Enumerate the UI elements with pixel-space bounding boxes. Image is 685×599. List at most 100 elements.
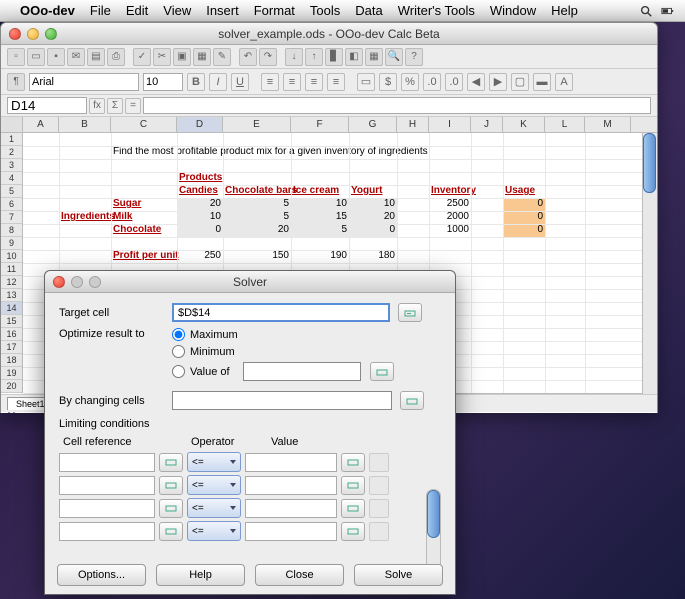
- cond-ref-shrink-0-icon[interactable]: [159, 453, 183, 472]
- cell-E7[interactable]: 5: [223, 211, 291, 224]
- cond-val-0[interactable]: [245, 453, 337, 472]
- row-header-16[interactable]: 16: [1, 328, 22, 341]
- bgcolor-icon[interactable]: ▬: [533, 73, 551, 91]
- italic-icon[interactable]: I: [209, 73, 227, 91]
- cell-C10[interactable]: Profit per unit: [111, 250, 177, 263]
- col-header-E[interactable]: E: [223, 117, 291, 132]
- col-header-I[interactable]: I: [429, 117, 471, 132]
- new-icon[interactable]: ▫: [7, 48, 25, 66]
- menu-tools[interactable]: Tools: [310, 3, 340, 18]
- row-header-1[interactable]: 1: [1, 133, 22, 146]
- menu-writers[interactable]: Writer's Tools: [398, 3, 475, 18]
- underline-icon[interactable]: U: [231, 73, 249, 91]
- row-header-10[interactable]: 10: [1, 250, 22, 263]
- cell-E10[interactable]: 150: [223, 250, 291, 263]
- cond-del-2-icon[interactable]: [369, 499, 389, 518]
- percent-icon[interactable]: %: [401, 73, 419, 91]
- cond-val-2[interactable]: [245, 499, 337, 518]
- print-icon[interactable]: ⎙: [107, 48, 125, 66]
- battery-icon[interactable]: [661, 4, 675, 18]
- row-header-2[interactable]: 2: [1, 146, 22, 159]
- cond-op-0[interactable]: <=: [187, 452, 241, 472]
- spellcheck-icon[interactable]: ✓: [133, 48, 151, 66]
- font-size-combo[interactable]: [143, 73, 183, 91]
- col-header-M[interactable]: M: [585, 117, 631, 132]
- col-header-D[interactable]: D: [177, 117, 223, 132]
- col-header-G[interactable]: G: [349, 117, 397, 132]
- indent-dec-icon[interactable]: ◀: [467, 73, 485, 91]
- format-paint-icon[interactable]: ✎: [213, 48, 231, 66]
- row-header-14[interactable]: 14: [1, 302, 22, 315]
- opt-min-radio[interactable]: Minimum: [172, 345, 394, 358]
- col-header-A[interactable]: A: [23, 117, 59, 132]
- cell-B7[interactable]: Ingredients: [59, 211, 111, 224]
- cell-G6[interactable]: 10: [349, 198, 397, 211]
- menu-format[interactable]: Format: [254, 3, 295, 18]
- cell-G8[interactable]: 0: [349, 224, 397, 237]
- cell-D8[interactable]: 0: [177, 224, 223, 237]
- sort-desc-icon[interactable]: ↑: [305, 48, 323, 66]
- row-header-8[interactable]: 8: [1, 224, 22, 237]
- cell-E8[interactable]: 20: [223, 224, 291, 237]
- close-button[interactable]: Close: [255, 564, 344, 586]
- changing-shrink-icon[interactable]: [400, 391, 424, 410]
- cond-del-1-icon[interactable]: [369, 476, 389, 495]
- cell-K5[interactable]: Usage: [503, 185, 545, 198]
- row-header-20[interactable]: 20: [1, 380, 22, 393]
- cell-F5[interactable]: Ice cream: [291, 185, 349, 198]
- col-header-H[interactable]: H: [397, 117, 429, 132]
- cell-K8[interactable]: 0: [503, 224, 545, 237]
- cond-op-1[interactable]: <=: [187, 475, 241, 495]
- row-header-18[interactable]: 18: [1, 354, 22, 367]
- row-header-13[interactable]: 13: [1, 289, 22, 302]
- cell-I8[interactable]: 1000: [429, 224, 471, 237]
- cond-ref-3[interactable]: [59, 522, 155, 541]
- cell-G10[interactable]: 180: [349, 250, 397, 263]
- cell-I7[interactable]: 2000: [429, 211, 471, 224]
- undo-icon[interactable]: ↶: [239, 48, 257, 66]
- col-header-B[interactable]: B: [59, 117, 111, 132]
- sort-asc-icon[interactable]: ↓: [285, 48, 303, 66]
- cell-E5[interactable]: Chocolate bars: [223, 185, 291, 198]
- dialog-titlebar[interactable]: Solver: [45, 271, 455, 293]
- cell-C8[interactable]: Chocolate: [111, 224, 177, 237]
- align-right-icon[interactable]: ≡: [305, 73, 323, 91]
- merge-cells-icon[interactable]: ▭: [357, 73, 375, 91]
- formula-input[interactable]: [143, 97, 651, 114]
- row-header-6[interactable]: 6: [1, 198, 22, 211]
- align-left-icon[interactable]: ≡: [261, 73, 279, 91]
- cond-del-0-icon[interactable]: [369, 453, 389, 472]
- gallery-icon[interactable]: ▦: [365, 48, 383, 66]
- indent-inc-icon[interactable]: ▶: [489, 73, 507, 91]
- opt-max-radio[interactable]: Maximum: [172, 328, 394, 341]
- fontcolor-icon[interactable]: A: [555, 73, 573, 91]
- cell-C2[interactable]: Find the most profitable product mix for…: [111, 146, 503, 159]
- bold-icon[interactable]: B: [187, 73, 205, 91]
- row-header-3[interactable]: 3: [1, 159, 22, 172]
- cond-val-shrink-0-icon[interactable]: [341, 453, 365, 472]
- menu-app[interactable]: OOo-dev: [20, 3, 75, 18]
- cond-ref-2[interactable]: [59, 499, 155, 518]
- row-header-4[interactable]: 4: [1, 172, 22, 185]
- select-all-corner[interactable]: [1, 117, 23, 132]
- cell-G5[interactable]: Yogurt: [349, 185, 397, 198]
- border-icon[interactable]: ▢: [511, 73, 529, 91]
- row-header-7[interactable]: 7: [1, 211, 22, 224]
- cell-F8[interactable]: 5: [291, 224, 349, 237]
- font-name-combo[interactable]: [29, 73, 139, 91]
- col-header-K[interactable]: K: [503, 117, 545, 132]
- menu-insert[interactable]: Insert: [206, 3, 239, 18]
- styles-icon[interactable]: ¶: [7, 73, 25, 91]
- menu-edit[interactable]: Edit: [126, 3, 148, 18]
- chart-icon[interactable]: ▊: [325, 48, 343, 66]
- align-justify-icon[interactable]: ≡: [327, 73, 345, 91]
- cell-I5[interactable]: Inventory: [429, 185, 471, 198]
- titlebar[interactable]: solver_example.ods - OOo-dev Calc Beta: [1, 23, 657, 45]
- cond-ref-1[interactable]: [59, 476, 155, 495]
- options-button[interactable]: Options...: [57, 564, 146, 586]
- cond-val-3[interactable]: [245, 522, 337, 541]
- cell-K6[interactable]: 0: [503, 198, 545, 211]
- col-header-L[interactable]: L: [545, 117, 585, 132]
- cell-E6[interactable]: 5: [223, 198, 291, 211]
- vertical-scrollbar[interactable]: [642, 133, 657, 395]
